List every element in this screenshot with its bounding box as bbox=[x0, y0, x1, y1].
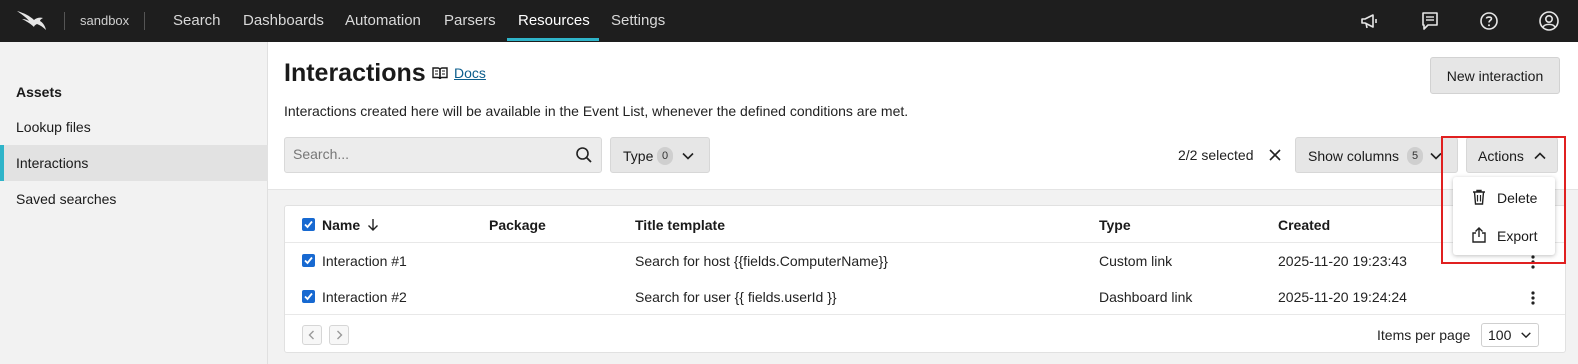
sort-descending-icon[interactable] bbox=[367, 218, 379, 232]
trash-icon bbox=[1473, 189, 1485, 205]
menu-item-delete[interactable]: Delete bbox=[1453, 179, 1555, 215]
divider bbox=[64, 12, 65, 30]
column-header-name[interactable]: Name bbox=[322, 217, 360, 233]
show-columns-label: Show columns bbox=[1308, 148, 1400, 164]
docs-link[interactable]: Docs bbox=[454, 65, 486, 81]
items-per-page-label: Items per page bbox=[1377, 327, 1471, 343]
select-all-checkbox[interactable] bbox=[302, 218, 315, 231]
checkmark-icon bbox=[304, 292, 313, 301]
cell-title-template: Search for user {{ fields.userId }} bbox=[635, 289, 837, 305]
cell-name[interactable]: Interaction #2 bbox=[322, 289, 407, 305]
chevron-down-icon bbox=[682, 152, 694, 160]
top-navigation-bar: sandbox Search Dashboards Automation Par… bbox=[0, 0, 1578, 42]
nav-resources[interactable]: Resources bbox=[518, 12, 590, 29]
repository-name[interactable]: sandbox bbox=[80, 13, 129, 28]
interactions-table: Name Package Title template Type Created… bbox=[284, 205, 1566, 353]
sidebar-item-saved-searches[interactable]: Saved searches bbox=[0, 181, 268, 217]
items-per-page-value: 100 bbox=[1488, 327, 1512, 343]
cell-name[interactable]: Interaction #1 bbox=[322, 253, 407, 269]
nav-dashboards[interactable]: Dashboards bbox=[243, 12, 324, 29]
columns-count-badge: 5 bbox=[1407, 147, 1423, 165]
search-input[interactable] bbox=[293, 146, 563, 162]
chevron-left-icon bbox=[308, 330, 314, 340]
show-columns-button[interactable]: Show columns 5 bbox=[1295, 137, 1458, 173]
search-field[interactable] bbox=[284, 137, 602, 173]
user-icon[interactable] bbox=[1538, 10, 1560, 32]
new-interaction-button[interactable]: New interaction bbox=[1430, 57, 1560, 94]
row-checkbox[interactable] bbox=[302, 254, 315, 267]
cell-created: 2025-11-20 19:23:43 bbox=[1278, 253, 1407, 269]
megaphone-icon[interactable] bbox=[1359, 10, 1381, 32]
checkmark-icon bbox=[304, 220, 313, 229]
nav-parsers[interactable]: Parsers bbox=[444, 12, 496, 29]
chevron-down-icon bbox=[1521, 332, 1531, 339]
row-menu-icon[interactable] bbox=[1531, 291, 1535, 305]
column-header-created[interactable]: Created bbox=[1278, 217, 1330, 233]
column-header-type[interactable]: Type bbox=[1099, 217, 1131, 233]
table-footer: Items per page 100 bbox=[285, 314, 1565, 354]
column-header-package[interactable]: Package bbox=[489, 217, 546, 233]
next-page-button[interactable] bbox=[329, 325, 349, 345]
clear-selection-icon[interactable] bbox=[1268, 148, 1282, 162]
divider bbox=[144, 12, 145, 30]
nav-search[interactable]: Search bbox=[173, 12, 221, 29]
table-row[interactable]: Interaction #2 Search for user {{ fields… bbox=[285, 279, 1565, 315]
type-filter-label: Type bbox=[623, 148, 654, 164]
export-icon bbox=[1472, 227, 1486, 243]
menu-item-label: Delete bbox=[1497, 190, 1538, 206]
type-filter-button[interactable]: Type 0 bbox=[610, 137, 710, 173]
menu-item-export[interactable]: Export bbox=[1453, 217, 1555, 253]
page-description: Interactions created here will be availa… bbox=[284, 103, 909, 119]
search-icon[interactable] bbox=[575, 146, 593, 164]
cell-title-template: Search for host {{fields.ComputerName}} bbox=[635, 253, 888, 269]
sidebar-heading: Assets bbox=[16, 84, 62, 100]
chevron-right-icon bbox=[337, 330, 343, 340]
cell-created: 2025-11-20 19:24:24 bbox=[1278, 289, 1407, 305]
checkmark-icon bbox=[304, 256, 313, 265]
cell-type: Custom link bbox=[1099, 253, 1173, 269]
message-icon[interactable] bbox=[1419, 10, 1441, 32]
nav-automation[interactable]: Automation bbox=[345, 12, 421, 29]
sidebar-item-label: Interactions bbox=[16, 155, 89, 171]
previous-page-button[interactable] bbox=[302, 325, 322, 345]
sidebar-item-lookup-files[interactable]: Lookup files bbox=[0, 109, 268, 145]
sidebar-item-label: Saved searches bbox=[16, 191, 117, 207]
items-per-page-select[interactable]: 100 bbox=[1481, 323, 1539, 347]
falcon-logo-icon[interactable] bbox=[16, 9, 48, 33]
table-header-row: Name Package Title template Type Created bbox=[285, 206, 1565, 243]
sidebar-item-label: Lookup files bbox=[16, 119, 91, 135]
nav-settings[interactable]: Settings bbox=[611, 12, 665, 29]
type-count-badge: 0 bbox=[657, 147, 673, 165]
selection-count: 2/2 selected bbox=[1178, 147, 1254, 163]
book-icon bbox=[432, 67, 448, 80]
actions-dropdown-menu: Delete Export bbox=[1453, 177, 1555, 255]
column-header-title-template[interactable]: Title template bbox=[635, 217, 725, 233]
menu-item-label: Export bbox=[1497, 228, 1538, 244]
cell-type: Dashboard link bbox=[1099, 289, 1193, 305]
table-row[interactable]: Interaction #1 Search for host {{fields.… bbox=[285, 243, 1565, 279]
help-icon[interactable] bbox=[1478, 10, 1500, 32]
page-title: Interactions bbox=[284, 59, 426, 87]
row-checkbox[interactable] bbox=[302, 290, 315, 303]
active-nav-indicator bbox=[507, 38, 599, 41]
sidebar-item-interactions[interactable]: Interactions bbox=[0, 145, 268, 181]
